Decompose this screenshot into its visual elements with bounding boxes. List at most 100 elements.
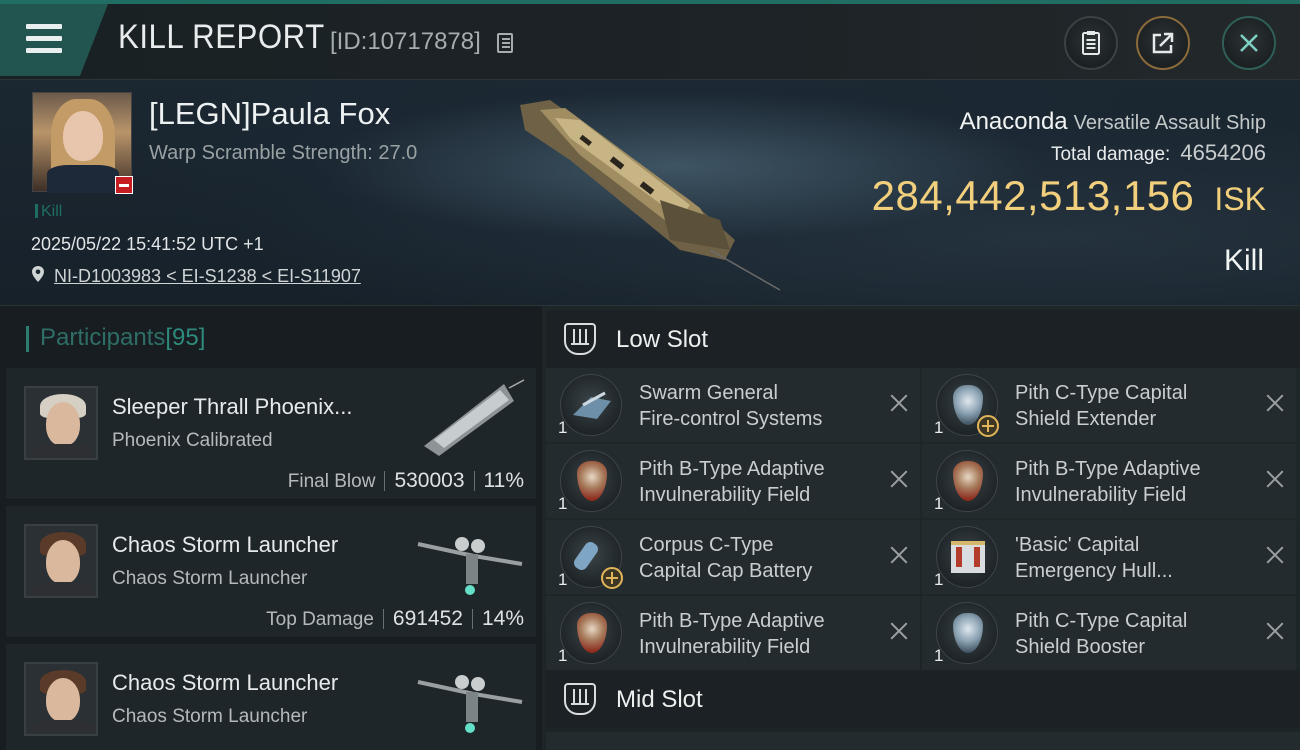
participant-avatar: [24, 386, 98, 460]
participant-ship-image: [424, 379, 525, 456]
location-pin-icon: [32, 266, 44, 282]
ship-class: Versatile Assault Ship: [1073, 112, 1266, 134]
destroyed-x-icon: [1266, 546, 1284, 564]
invulnerability-field-icon: [936, 450, 998, 512]
copy-icon[interactable]: [497, 33, 513, 53]
participants-panel: Participants[95] Sleeper Thrall Phoenix.…: [0, 306, 542, 750]
share-button[interactable]: [1136, 16, 1190, 70]
low-slot-icon: [564, 323, 596, 355]
module-name: Pith B-Type Adaptive Invulnerability Fiel…: [1015, 458, 1201, 506]
mid-slot-header: Mid Slot: [546, 670, 1300, 728]
participant-name: Sleeper Thrall Phoenix...: [112, 394, 353, 419]
participant-ship-image: [417, 537, 523, 595]
victim-name[interactable]: [LEGN]Paula Fox: [149, 96, 390, 132]
module-quantity: 1: [558, 494, 568, 513]
participant-role: Top Damage: [266, 609, 374, 630]
module-item-partial[interactable]: [546, 732, 1300, 750]
top-bar: KILL REPORT [ID:10717878]: [0, 0, 1300, 80]
victim-banner: [LEGN]Paula Fox Warp Scramble Strength: …: [0, 80, 1300, 306]
module-name: 'Basic' Capital Emergency Hull...: [1015, 534, 1173, 582]
participant-card[interactable]: Chaos Storm Launcher Chaos Storm Launche…: [6, 506, 536, 638]
share-icon: [1152, 32, 1174, 54]
destroyed-x-icon: [890, 546, 908, 564]
participant-ship: Chaos Storm Launcher: [112, 706, 308, 727]
module-item[interactable]: 1 Pith B-Type Adaptive Invulnerability Fi…: [922, 444, 1296, 518]
participant-stats: Final Blow 530003 11%: [288, 469, 524, 493]
participant-percent: 11%: [483, 469, 524, 492]
module-name: Corpus C-Type Capital Cap Battery: [639, 534, 813, 582]
ship-image: [520, 100, 781, 291]
menu-button[interactable]: [0, 4, 108, 76]
invulnerability-field-icon: [560, 450, 622, 512]
destroyed-x-icon: [1266, 470, 1284, 488]
module-item[interactable]: 1 Swarm General Fire-control Systems: [546, 368, 920, 442]
participant-ship: Chaos Storm Launcher: [112, 568, 308, 589]
module-item[interactable]: 1 Corpus C-Type Capital Cap Battery: [546, 520, 920, 594]
warp-scramble-strength: Warp Scramble Strength: 27.0: [149, 142, 418, 164]
module-item[interactable]: 1 Pith B-Type Adaptive Invulnerability Fi…: [546, 444, 920, 518]
clipboard-icon: [1082, 31, 1100, 55]
module-name: Pith B-Type Adaptive Invulnerability Fiel…: [639, 458, 825, 506]
shield-booster-icon: [936, 602, 998, 664]
invulnerability-field-icon: [560, 602, 622, 664]
kill-tag: Kill: [35, 203, 62, 221]
module-quantity: 1: [558, 570, 568, 589]
module-quantity: 1: [934, 646, 944, 665]
fire-control-module-icon: [560, 374, 622, 436]
destroyed-x-icon: [1266, 394, 1284, 412]
mid-slot-icon: [564, 683, 596, 715]
participant-role: Final Blow: [287, 471, 376, 492]
isk-value-line: 284,442,513,156 ISK: [872, 172, 1266, 220]
hostile-badge-icon: [115, 176, 133, 194]
destroyed-x-icon: [1266, 622, 1284, 640]
module-item[interactable]: 1 Pith C-Type Capital Shield Extender: [922, 368, 1296, 442]
participant-ship: Phoenix Calibrated: [112, 430, 273, 451]
module-quantity: 1: [934, 494, 944, 513]
module-item[interactable]: 1 Pith B-Type Adaptive Invulnerability Fi…: [546, 596, 920, 670]
participant-card[interactable]: Sleeper Thrall Phoenix... Phoenix Calibr…: [6, 368, 536, 500]
module-item[interactable]: 1 'Basic' Capital Emergency Hull...: [922, 520, 1296, 594]
location-link[interactable]: NI-D1003983 < EI-S1238 < EI-S11907: [54, 266, 361, 287]
destroyed-x-icon: [890, 470, 908, 488]
participant-name: Chaos Storm Launcher: [112, 670, 339, 695]
participant-stats: Top Damage 691452 14%: [266, 607, 524, 631]
module-quantity: 1: [934, 570, 944, 589]
close-button[interactable]: [1222, 16, 1276, 70]
module-name: Swarm General Fire-control Systems: [639, 382, 823, 430]
participant-percent: 14%: [481, 607, 524, 630]
module-name: Pith B-Type Adaptive Invulnerability Fiel…: [639, 610, 825, 658]
module-quantity: 1: [934, 418, 944, 437]
participant-card[interactable]: Chaos Storm Launcher Chaos Storm Launche…: [6, 644, 536, 750]
participant-damage: 530003: [394, 469, 465, 492]
ship-name[interactable]: Anaconda: [960, 108, 1068, 135]
hamburger-icon: [26, 24, 62, 60]
module-item[interactable]: 1 Pith C-Type Capital Shield Booster: [922, 596, 1296, 670]
report-id: [ID:10717878]: [330, 28, 481, 55]
participant-avatar: [24, 662, 98, 736]
cap-battery-icon: [560, 526, 623, 589]
participant-ship-image: [417, 675, 523, 733]
module-quantity: 1: [558, 646, 568, 665]
participants-count: [95]: [165, 324, 206, 351]
emergency-hull-icon: [936, 526, 998, 588]
total-damage: Total damage: 4654206: [1051, 140, 1266, 166]
participants-header: Participants[95]: [26, 324, 205, 352]
module-name: Pith C-Type Capital Shield Booster: [1015, 610, 1188, 658]
participants-label: Participants: [40, 324, 166, 351]
destroyed-x-icon: [890, 622, 908, 640]
module-quantity: 1: [558, 418, 568, 437]
result-label: Kill: [1223, 244, 1264, 277]
kill-timestamp: 2025/05/22 15:41:52 UTC +1: [31, 234, 264, 254]
report-document-button[interactable]: [1064, 16, 1118, 70]
page-title: KILL REPORT: [118, 18, 325, 56]
low-slot-header: Low Slot: [546, 310, 1300, 368]
total-damage-label: Total damage:: [1050, 144, 1171, 165]
module-name: Pith C-Type Capital Shield Extender: [1015, 382, 1188, 430]
ship-title: Anaconda Versatile Assault Ship: [960, 108, 1266, 136]
fitting-panel: Low Slot 1 Swarm General Fire-control Sys…: [542, 306, 1300, 750]
participant-name: Chaos Storm Launcher: [112, 532, 339, 557]
isk-value: 284,442,513,156: [871, 172, 1195, 219]
low-slot-title: Low Slot: [616, 326, 709, 353]
participant-avatar: [24, 524, 98, 598]
participant-damage: 691452: [392, 607, 463, 630]
